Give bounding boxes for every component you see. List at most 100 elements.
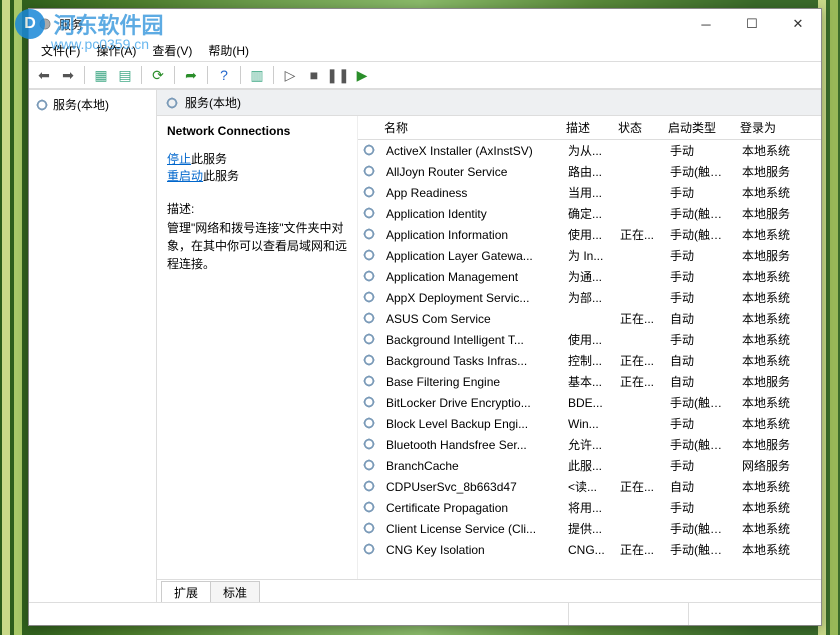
service-row[interactable]: BranchCache此服...手动网络服务: [358, 455, 821, 476]
start-icon[interactable]: ▷: [279, 64, 301, 86]
service-row[interactable]: Base Filtering Engine基本...正在...自动本地服务: [358, 371, 821, 392]
cell-logon: 本地系统: [736, 289, 806, 306]
service-row[interactable]: BitLocker Drive Encryptio...BDE...手动(触发.…: [358, 392, 821, 413]
service-row[interactable]: Block Level Backup Engi...Win...手动本地系统: [358, 413, 821, 434]
description-label: 描述:: [167, 200, 347, 217]
cell-desc: 使用...: [562, 226, 614, 243]
menu-view[interactable]: 查看(V): [144, 40, 200, 61]
tab-standard[interactable]: 标准: [210, 581, 260, 602]
service-row[interactable]: Application Identity确定...手动(触发...本地服务: [358, 203, 821, 224]
stop-service-link[interactable]: 停止: [167, 152, 191, 166]
cell-logon: 本地系统: [736, 415, 806, 432]
cell-desc: <读...: [562, 478, 614, 495]
export-icon[interactable]: ➦: [180, 64, 202, 86]
description-text: 管理"网络和拨号连接"文件夹中对象，在其中你可以查看局域网和远程连接。: [167, 219, 347, 273]
gear-icon: [362, 353, 378, 369]
cell-desc: BDE...: [562, 396, 614, 410]
gear-icon: [362, 374, 378, 390]
cell-logon: 本地系统: [736, 499, 806, 516]
cell-logon: 本地系统: [736, 520, 806, 537]
cell-start: 手动(触发...: [664, 436, 736, 453]
service-row[interactable]: ActiveX Installer (AxInstSV)为从...手动本地系统: [358, 140, 821, 161]
col-desc[interactable]: 描述: [560, 119, 612, 136]
minimize-button[interactable]: ─: [683, 9, 729, 39]
pause-icon[interactable]: ❚❚: [327, 64, 349, 86]
gear-icon: [362, 542, 378, 558]
cell-desc: 路由...: [562, 163, 614, 180]
col-start[interactable]: 启动类型: [662, 119, 734, 136]
back-icon[interactable]: ⬅: [33, 64, 55, 86]
cell-start: 手动: [664, 499, 736, 516]
cell-start: 手动(触发...: [664, 205, 736, 222]
forward-icon[interactable]: ➡: [57, 64, 79, 86]
service-row[interactable]: Client License Service (Cli...提供...手动(触发…: [358, 518, 821, 539]
service-row[interactable]: Application Layer Gatewa...为 In...手动本地服务: [358, 245, 821, 266]
cell-start: 手动(触发...: [664, 163, 736, 180]
refresh-icon[interactable]: ⟳: [147, 64, 169, 86]
cell-name: Application Identity: [380, 207, 562, 221]
cell-start: 手动(触发...: [664, 226, 736, 243]
gear-icon: [35, 98, 49, 112]
service-row[interactable]: CDPUserSvc_8b663d47<读...正在...自动本地系统: [358, 476, 821, 497]
col-status[interactable]: 状态: [612, 119, 662, 136]
cell-logon: 本地系统: [736, 478, 806, 495]
restart-service-link[interactable]: 重启动: [167, 169, 203, 183]
show-hide-tree-icon[interactable]: ▦: [90, 64, 112, 86]
right-header-label: 服务(本地): [185, 94, 241, 111]
gear-icon: [362, 311, 378, 327]
cell-desc: 使用...: [562, 331, 614, 348]
grid-icon[interactable]: ▥: [246, 64, 268, 86]
gear-icon: [362, 269, 378, 285]
close-button[interactable]: ✕: [775, 9, 821, 39]
titlebar[interactable]: 服务 ─ ☐ ✕: [29, 9, 821, 39]
cell-status: 正在...: [614, 352, 664, 369]
service-list[interactable]: 名称 描述 状态 启动类型 登录为 ActiveX Installer (AxI…: [357, 116, 821, 579]
gear-icon: [362, 416, 378, 432]
maximize-button[interactable]: ☐: [729, 9, 775, 39]
service-row[interactable]: AppX Deployment Servic...为部...手动本地系统: [358, 287, 821, 308]
tree-root-services[interactable]: 服务(本地): [33, 94, 152, 115]
gear-icon: [362, 143, 378, 159]
menu-file[interactable]: 文件(F): [33, 40, 88, 61]
cell-logon: 本地系统: [736, 310, 806, 327]
cell-start: 手动: [664, 184, 736, 201]
help-icon[interactable]: ?: [213, 64, 235, 86]
service-row[interactable]: Application Information使用...正在...手动(触发..…: [358, 224, 821, 245]
service-row[interactable]: CNG Key IsolationCNG...正在...手动(触发...本地系统: [358, 539, 821, 560]
restart-icon[interactable]: ▶: [351, 64, 373, 86]
col-logon[interactable]: 登录为: [734, 119, 804, 136]
tab-extended[interactable]: 扩展: [161, 581, 211, 602]
menu-help[interactable]: 帮助(H): [200, 40, 257, 61]
cell-desc: 提供...: [562, 520, 614, 537]
service-row[interactable]: Background Tasks Infras...控制...正在...自动本地…: [358, 350, 821, 371]
gear-icon: [362, 395, 378, 411]
service-row[interactable]: Background Intelligent T...使用...手动本地系统: [358, 329, 821, 350]
cell-start: 自动: [664, 478, 736, 495]
cell-desc: 为部...: [562, 289, 614, 306]
gear-icon: [362, 164, 378, 180]
cell-start: 手动(触发...: [664, 520, 736, 537]
service-row[interactable]: ASUS Com Service正在...自动本地系统: [358, 308, 821, 329]
cell-logon: 本地系统: [736, 268, 806, 285]
service-row[interactable]: App Readiness当用...手动本地系统: [358, 182, 821, 203]
app-icon: [37, 16, 53, 32]
services-window: 服务 ─ ☐ ✕ 文件(F) 操作(A) 查看(V) 帮助(H) ⬅ ➡ ▦ ▤…: [28, 8, 822, 626]
cell-desc: CNG...: [562, 543, 614, 557]
service-row[interactable]: Application Management为通...手动本地系统: [358, 266, 821, 287]
col-name[interactable]: 名称: [378, 119, 560, 136]
service-row[interactable]: AllJoyn Router Service路由...手动(触发...本地服务: [358, 161, 821, 182]
stop-icon[interactable]: ■: [303, 64, 325, 86]
cell-name: Background Intelligent T...: [380, 333, 562, 347]
cell-name: BranchCache: [380, 459, 562, 473]
service-row[interactable]: Certificate Propagation将用...手动本地系统: [358, 497, 821, 518]
gear-icon: [362, 437, 378, 453]
gear-icon: [362, 479, 378, 495]
service-row[interactable]: Bluetooth Handsfree Ser...允许...手动(触发...本…: [358, 434, 821, 455]
cell-start: 手动: [664, 142, 736, 159]
cell-name: Block Level Backup Engi...: [380, 417, 562, 431]
cell-logon: 本地服务: [736, 247, 806, 264]
menu-action[interactable]: 操作(A): [88, 40, 144, 61]
cell-name: AppX Deployment Servic...: [380, 291, 562, 305]
cell-desc: 基本...: [562, 373, 614, 390]
properties-icon[interactable]: ▤: [114, 64, 136, 86]
